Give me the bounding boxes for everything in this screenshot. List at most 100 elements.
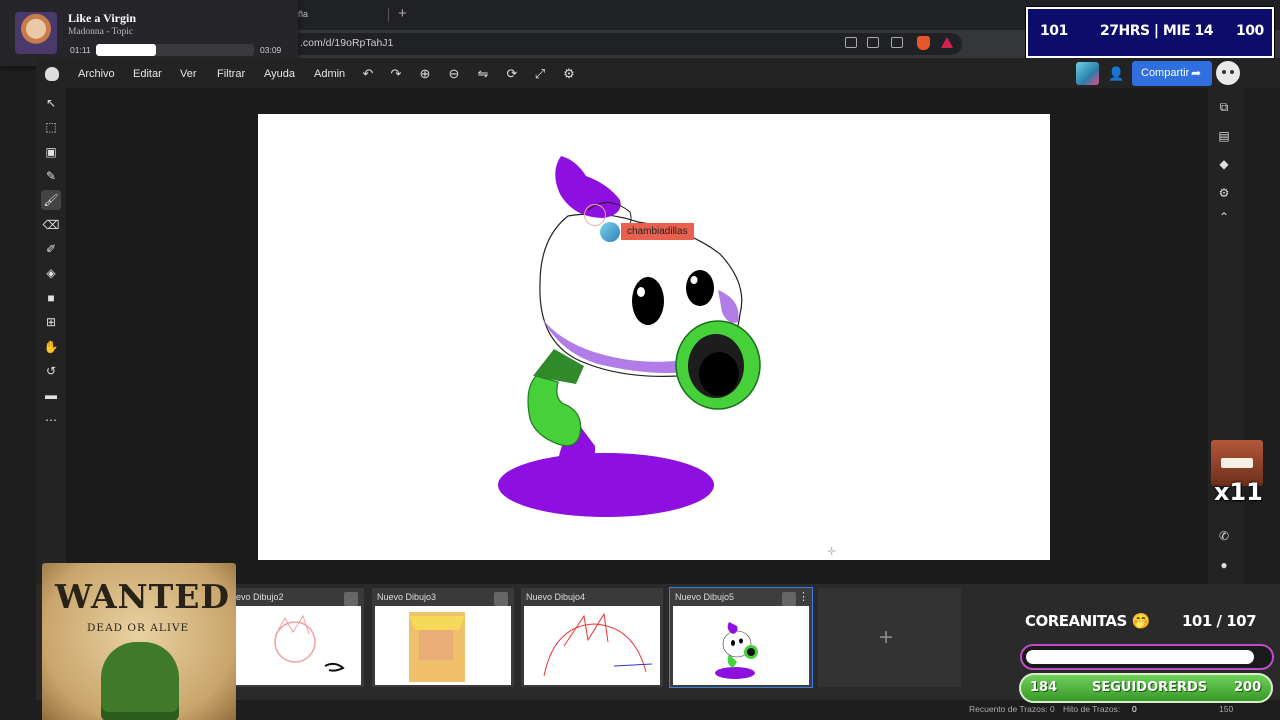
drawing-thumb-3[interactable]: Nuevo Dibujo3 (372, 588, 514, 687)
brave-rewards-icon[interactable] (941, 37, 953, 48)
eyedropper-icon[interactable]: ✎ (41, 166, 61, 186)
drawing-thumb-title: Nuevo Dibujo4 (526, 592, 586, 602)
tab-separator (388, 8, 389, 22)
album-art (15, 12, 57, 54)
transform-icon[interactable]: ▣ (41, 142, 61, 162)
thumb-sketch-4 (543, 612, 653, 677)
goal-name: COREANITAS 🤭 (1025, 612, 1150, 630)
app-logo-icon[interactable] (45, 67, 59, 81)
fill-icon[interactable]: ◈ (41, 263, 61, 283)
undo-icon[interactable]: ↶ (361, 66, 375, 82)
goal-progress-bar (1020, 644, 1274, 670)
phone-icon[interactable]: ✆ (1214, 526, 1234, 546)
goal-target: / 107 (1216, 612, 1257, 630)
clipboard-icon[interactable] (845, 37, 857, 48)
fullscreen-icon[interactable]: ⤢ (533, 66, 547, 82)
song-artist: Madonna - Topic (68, 27, 134, 37)
chat-icon[interactable]: ● (1214, 555, 1234, 575)
drawing-thumb-title: Nuevo Dibujo5 (675, 592, 735, 602)
comment-icon[interactable]: ▬ (41, 385, 61, 405)
milestone-label: Hito de Trazos: (1063, 704, 1121, 714)
drawing-thumb-preview (225, 606, 361, 685)
rotate-icon[interactable]: ⟳ (505, 66, 519, 82)
select-rect-icon[interactable]: ⬚ (41, 117, 61, 137)
song-title: Like a Virgin (68, 11, 137, 25)
media-progress-bar[interactable] (96, 44, 254, 56)
collaborator-avatar (600, 222, 620, 242)
drawing-right-eye (686, 270, 714, 306)
menu-filtrar[interactable]: Filtrar (217, 68, 245, 80)
collaborator-name-tag: chambiadillas (621, 223, 694, 240)
drawing-thumb-4[interactable]: Nuevo Dibujo4 (521, 588, 663, 687)
thumb-owner-avatar (782, 592, 796, 606)
new-tab-button[interactable]: + (398, 5, 407, 22)
goal-current: 101 (1182, 612, 1212, 630)
drawing-thumb-title: evo Dibujo2 (236, 592, 284, 602)
menu-archivo[interactable]: Archivo (78, 68, 115, 80)
menu-editar[interactable]: Editar (133, 68, 162, 80)
zoom-in-icon[interactable]: ⊕ (418, 66, 432, 82)
zoom-out-icon[interactable]: ⊖ (447, 66, 461, 82)
settings-icon[interactable]: ⚙ (1214, 183, 1234, 203)
strokes-label: Recuento de Trazos: (969, 704, 1048, 714)
thumb-owner-avatar (344, 592, 358, 606)
hud-timer: 27HRS | MIE 14 (1100, 23, 1213, 39)
total-time: 03:09 (260, 45, 282, 55)
menu-admin[interactable]: Admin (314, 68, 345, 80)
drawing-mouth-inner (699, 352, 739, 396)
goal-progress-fill (1026, 650, 1255, 664)
eraser-icon[interactable]: ⌫ (41, 215, 61, 235)
move-icon[interactable]: ↖ (41, 93, 61, 113)
brave-shield-icon[interactable] (917, 36, 930, 50)
browser-tab-title[interactable]: ña (298, 9, 308, 19)
history-icon[interactable]: ↺ (41, 361, 61, 381)
hud-right-count: 100 (1236, 23, 1264, 39)
add-drawing-icon[interactable]: + (879, 624, 893, 652)
followers-label: SEGUIDORERDS (1092, 680, 1208, 695)
profile-cat-icon[interactable] (1216, 61, 1240, 85)
current-time: 01:11 (70, 45, 91, 55)
drawing-thumb-preview (524, 606, 660, 685)
more-icon[interactable]: ⋯ (41, 410, 61, 430)
thumb-sketch-2 (274, 614, 345, 672)
thumb-sketch-3 (409, 612, 465, 682)
drawing-thumb-5[interactable]: Nuevo Dibujo5 ⋮ (669, 587, 813, 688)
wanted-subtitle: DEAD OR ALIVE (87, 622, 190, 634)
hand-icon[interactable]: ✋ (41, 337, 61, 357)
grid-icon[interactable]: ⚙ (562, 66, 576, 82)
share-page-icon[interactable] (891, 37, 903, 48)
redo-icon[interactable]: ↷ (389, 66, 403, 82)
frames-icon[interactable]: ▤ (1214, 126, 1234, 146)
wanted-title: WANTED (55, 577, 231, 616)
collaborator-brush-cursor (584, 204, 606, 226)
user-avatar[interactable] (1076, 62, 1099, 85)
menu-ayuda[interactable]: Ayuda (264, 68, 295, 80)
cursor-crosshair-icon: ✛ (827, 546, 837, 558)
stream-hud: 101 27HRS | MIE 14 100 (1025, 6, 1275, 59)
layers-toggle-icon[interactable]: ⧉ (1214, 97, 1234, 117)
zoom-level: 150 (1219, 704, 1234, 714)
brush-icon[interactable]: 🖌 (41, 190, 61, 210)
peashooter-drawing (498, 156, 761, 517)
goal-count: 101 / 107 (1182, 612, 1257, 630)
address-text[interactable]: .com/d/19oRpTahJ1 (300, 37, 393, 49)
flip-icon[interactable]: ⇋ (476, 66, 490, 82)
media-progress-fill (96, 44, 157, 56)
emote-multiplier: x11 (1214, 478, 1263, 506)
layers-icon[interactable]: ◆ (1214, 154, 1234, 174)
drawing-canvas[interactable] (258, 114, 1050, 560)
shape-icon[interactable]: ■ (41, 288, 61, 308)
thumb-menu-icon[interactable]: ⋮ (798, 590, 809, 603)
screen-cast-icon[interactable] (867, 37, 879, 48)
smudge-icon[interactable]: ✐ (41, 239, 61, 259)
add-layer-icon[interactable]: ⊞ (41, 312, 61, 332)
drawing-pot-base (498, 453, 714, 517)
menu-ver[interactable]: Ver (180, 68, 197, 80)
drawing-left-eye (632, 277, 664, 325)
milestone-value: 0 (1132, 704, 1137, 714)
drawing-thumb-2[interactable]: evo Dibujo2 (222, 588, 364, 687)
drawing-right-eye-glint (690, 276, 698, 284)
collapse-icon[interactable]: ⌃ (1214, 207, 1234, 227)
add-user-icon[interactable]: 👤 (1108, 66, 1124, 82)
drawing-thumb-preview (673, 606, 809, 685)
